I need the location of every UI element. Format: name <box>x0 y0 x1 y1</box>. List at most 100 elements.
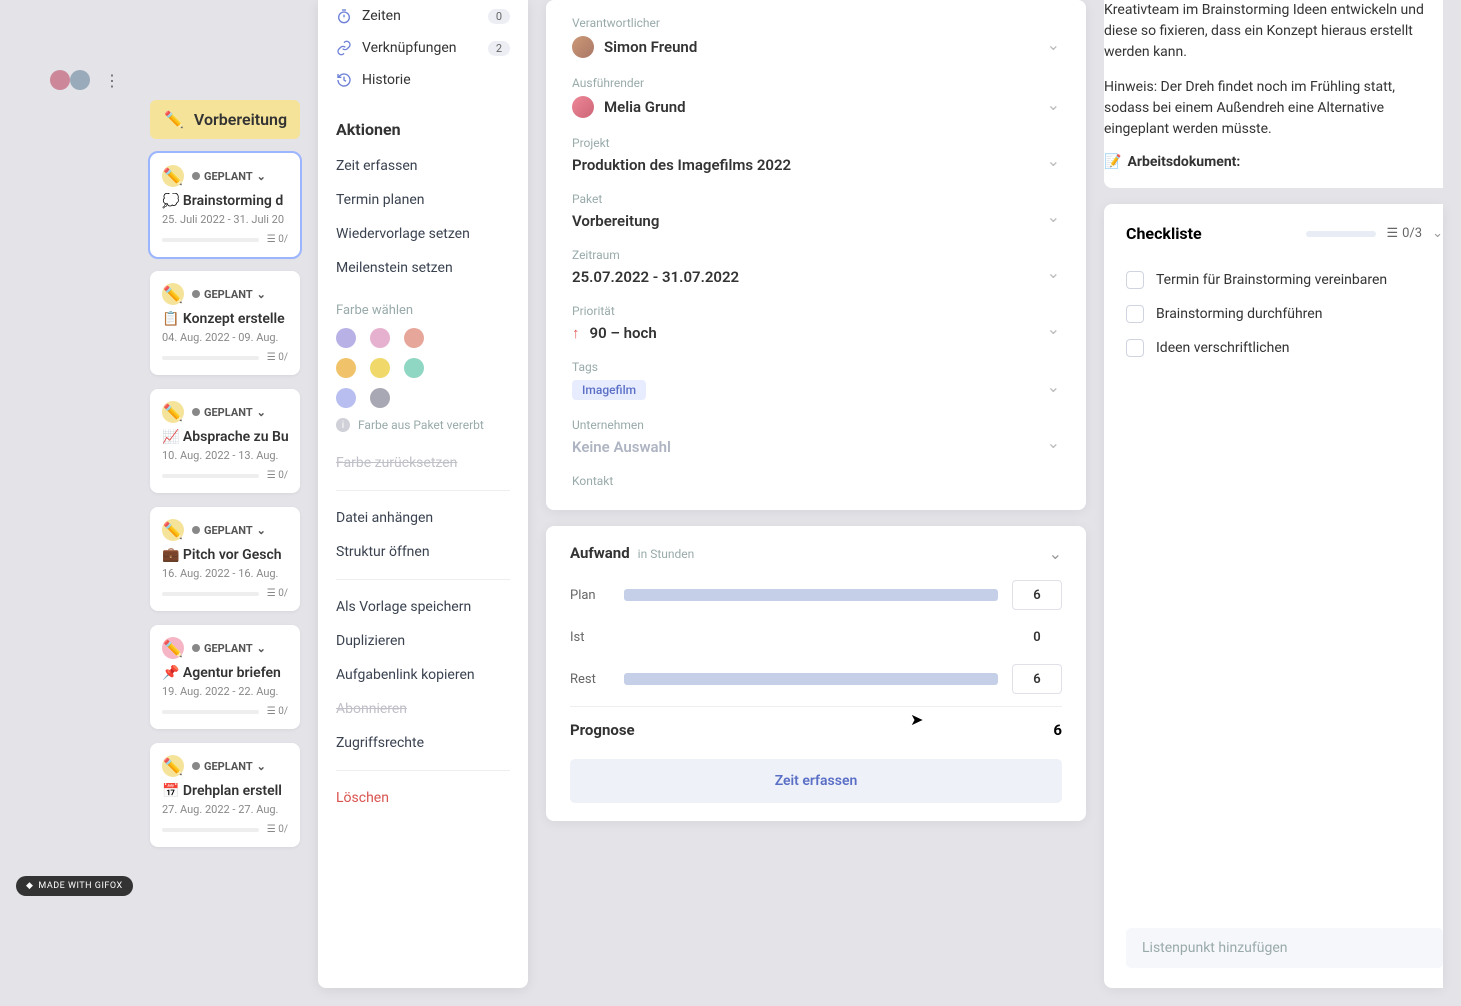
kanban-column-header[interactable]: ✏️ Vorbereitung <box>150 100 300 139</box>
effort-plan-row: Plan 6 <box>570 580 1062 610</box>
checklist-title: Checkliste <box>1126 224 1306 243</box>
status-pill[interactable]: GEPLANT⌄ <box>192 760 266 773</box>
chevron-down-icon: ⌄ <box>257 170 266 183</box>
chevron-down-icon[interactable]: ⌄ <box>1047 263 1060 282</box>
effort-rest-row: Rest 6 <box>570 664 1062 694</box>
color-label: Farbe wählen <box>336 303 510 318</box>
action-item[interactable]: Als Vorlage speichern <box>336 590 510 624</box>
track-time-button[interactable]: Zeit erfassen <box>570 759 1062 803</box>
chevron-down-icon: ⌄ <box>257 760 266 773</box>
sidebar-item-history[interactable]: Historie <box>336 64 510 96</box>
checklist-card: Checkliste ☰ 0/3 ⌄ Termin für Brainstorm… <box>1104 204 1443 988</box>
checklist-item[interactable]: Termin für Brainstorming vereinbaren <box>1126 263 1443 297</box>
field-package[interactable]: Paket Vorbereitung ⌄ <box>572 192 1060 230</box>
progress-bar <box>162 356 259 360</box>
effort-rest-input[interactable]: 6 <box>1012 664 1062 694</box>
card-title: 📋 Konzept erstelle <box>162 311 288 327</box>
delete-action[interactable]: Löschen <box>336 781 510 815</box>
sidebar-item-links[interactable]: Verknüpfungen 2 <box>336 32 510 64</box>
reset-color: Farbe zurücksetzen <box>336 446 510 480</box>
field-project[interactable]: Projekt Produktion des Imagefilms 2022 ⌄ <box>572 136 1060 174</box>
effort-plan-input[interactable]: 6 <box>1012 580 1062 610</box>
history-icon <box>336 72 352 88</box>
chevron-down-icon[interactable]: ⌄ <box>1047 95 1060 114</box>
chevron-down-icon[interactable]: ⌄ <box>1047 319 1060 338</box>
field-responsible[interactable]: Verantwortlicher Simon Freund ⌄ <box>572 16 1060 58</box>
checkbox[interactable] <box>1126 305 1144 323</box>
action-item[interactable]: Zeit erfassen <box>336 149 510 183</box>
action-item[interactable]: Datei anhängen <box>336 501 510 535</box>
actions-heading: Aktionen <box>336 120 510 139</box>
checklist-item[interactable]: Ideen verschriftlichen <box>1126 331 1443 365</box>
status-pill[interactable]: GEPLANT⌄ <box>192 642 266 655</box>
kanban-card[interactable]: ✏️ GEPLANT⌄ 📋 Konzept erstelle 04. Aug. … <box>150 271 300 375</box>
status-pill[interactable]: GEPLANT⌄ <box>192 524 266 537</box>
color-swatch[interactable] <box>336 358 356 378</box>
kanban-card[interactable]: ✏️ GEPLANT⌄ 💭 Brainstorming d 25. Juli 2… <box>150 153 300 257</box>
progress-bar <box>162 710 259 714</box>
arrow-up-icon: ↑ <box>572 324 580 342</box>
chevron-down-icon[interactable]: ⌄ <box>1047 35 1060 54</box>
action-item[interactable]: Meilenstein setzen <box>336 251 510 285</box>
card-meta: ☰ 0/ <box>267 824 288 835</box>
status-pill[interactable]: GEPLANT⌄ <box>192 170 266 183</box>
color-inherit-note: i Farbe aus Paket vererbt <box>336 418 510 432</box>
description-hint: Hinweis: Der Dreh findet noch im Frühlin… <box>1104 77 1443 140</box>
card-meta: ☰ 0/ <box>267 470 288 481</box>
avatar <box>572 36 594 58</box>
card-meta: ☰ 0/ <box>267 234 288 245</box>
action-item[interactable]: Struktur öffnen <box>336 535 510 569</box>
sidebar-item-times[interactable]: Zeiten 0 <box>336 0 510 32</box>
chevron-down-icon[interactable]: ⌄ <box>1049 544 1062 563</box>
checkbox[interactable] <box>1126 339 1144 357</box>
kanban-card[interactable]: ✏️ GEPLANT⌄ 📅 Drehplan erstell 27. Aug. … <box>150 743 300 847</box>
add-checklist-item-input[interactable]: Listenpunkt hinzufügen <box>1126 928 1443 968</box>
chevron-down-icon[interactable]: ⌄ <box>1432 226 1443 241</box>
effort-bar[interactable] <box>624 673 998 685</box>
sidebar-item-label: Zeiten <box>362 8 401 24</box>
field-executor[interactable]: Ausführender Melia Grund ⌄ <box>572 76 1060 118</box>
action-item[interactable]: Termin planen <box>336 183 510 217</box>
action-item[interactable]: Wiedervorlage setzen <box>336 217 510 251</box>
kanban-card[interactable]: ✏️ GEPLANT⌄ 📌 Agentur briefen 19. Aug. 2… <box>150 625 300 729</box>
card-title: 📈 Absprache zu Bu <box>162 429 288 445</box>
effort-bar[interactable] <box>624 589 998 601</box>
checkbox[interactable] <box>1126 271 1144 289</box>
chevron-down-icon[interactable]: ⌄ <box>1047 151 1060 170</box>
tag-chip[interactable]: Imagefilm <box>572 380 646 400</box>
progress-bar <box>162 474 259 478</box>
color-swatch[interactable] <box>370 328 390 348</box>
field-company[interactable]: Unternehmen Keine Auswahl ⌄ <box>572 418 1060 456</box>
access-action[interactable]: Zugriffsrechte <box>336 726 510 760</box>
chevron-down-icon[interactable]: ⌄ <box>1047 377 1060 396</box>
avatar <box>50 70 70 90</box>
field-period[interactable]: Zeitraum 25.07.2022 - 31.07.2022 ⌄ <box>572 248 1060 286</box>
chevron-down-icon[interactable]: ⌄ <box>1047 207 1060 226</box>
kanban-card[interactable]: ✏️ GEPLANT⌄ 📈 Absprache zu Bu 10. Aug. 2… <box>150 389 300 493</box>
action-item[interactable]: Duplizieren <box>336 624 510 658</box>
field-contact[interactable]: Kontakt <box>572 474 1060 488</box>
chevron-down-icon[interactable]: ⌄ <box>1047 433 1060 452</box>
kanban-card[interactable]: ✏️ GEPLANT⌄ 💼 Pitch vor Gesch 16. Aug. 2… <box>150 507 300 611</box>
field-priority[interactable]: Priorität ↑90 – hoch ⌄ <box>572 304 1060 342</box>
color-swatch[interactable] <box>370 388 390 408</box>
color-swatch[interactable] <box>404 328 424 348</box>
card-meta: ☰ 0/ <box>267 706 288 717</box>
color-swatch[interactable] <box>336 388 356 408</box>
sidebar-item-label: Verknüpfungen <box>362 40 457 56</box>
card-dates: 10. Aug. 2022 - 13. Aug. <box>162 449 288 462</box>
checklist-item[interactable]: Brainstorming durchführen <box>1126 297 1443 331</box>
color-swatch[interactable] <box>370 358 390 378</box>
status-pill[interactable]: GEPLANT⌄ <box>192 406 266 419</box>
pen-icon: ✏️ <box>162 165 184 187</box>
memo-icon: 📝 <box>1104 154 1121 170</box>
color-swatch[interactable] <box>336 328 356 348</box>
effort-card: Aufwand in Stunden ⌄ Plan 6 Ist 0 Rest 6… <box>546 526 1086 821</box>
card-meta: ☰ 0/ <box>267 588 288 599</box>
status-pill[interactable]: GEPLANT⌄ <box>192 288 266 301</box>
more-icon[interactable]: ⋮ <box>104 71 120 90</box>
info-icon: i <box>336 418 350 432</box>
field-tags[interactable]: Tags Imagefilm ⌄ <box>572 360 1060 400</box>
action-item[interactable]: Aufgabenlink kopieren <box>336 658 510 692</box>
color-swatch[interactable] <box>404 358 424 378</box>
